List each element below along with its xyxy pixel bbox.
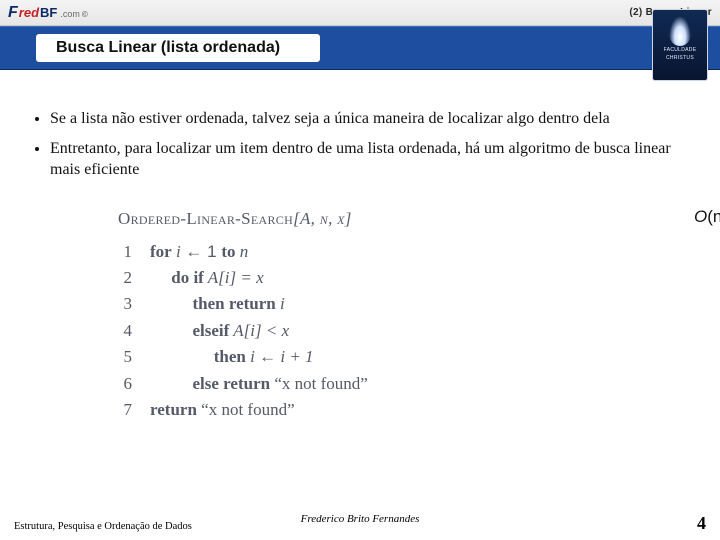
complexity-label: O(n) <box>694 207 720 227</box>
brand-bf: BF <box>40 5 57 20</box>
algo-line-3: 3 then return i <box>118 291 692 317</box>
algo-line-1: 1 for i ← 1 to n <box>118 239 692 265</box>
algo-line-2: 2 do if A[i] = x <box>118 265 692 291</box>
top-bar: FredBF .com © (2) Busca Linear <box>0 0 720 26</box>
algo-line-5: 5 then i ← i + 1 <box>118 344 692 370</box>
complexity-o: O <box>694 207 707 226</box>
slide-title: Busca Linear (lista ordenada) <box>36 34 320 62</box>
algorithm-name: Ordered-Linear-Search[A, n, x] <box>118 209 692 229</box>
algo-line-6: 6 else return “x not found” <box>118 371 692 397</box>
footer-left: Estrutura, Pesquisa e Ordenação de Dados <box>14 521 192 532</box>
badge-line1: FACULDADE <box>664 48 697 54</box>
complexity-arg: (n) <box>707 207 720 226</box>
title-bar: Busca Linear (lista ordenada) FACULDADE … <box>0 26 720 70</box>
flame-icon <box>669 16 691 46</box>
algorithm-block: O(n) Ordered-Linear-Search[A, n, x] 1 fo… <box>118 209 692 423</box>
algo-line-7: 7 return “x not found” <box>118 397 692 423</box>
institution-badge: FACULDADE CHRISTUS <box>652 9 708 81</box>
brand-logo: FredBF .com © <box>8 4 88 22</box>
bullet-list: Se a lista não estiver ordenada, talvez … <box>28 108 692 181</box>
footer: Estrutura, Pesquisa e Ordenação de Dados… <box>0 513 720 534</box>
footer-author: Frederico Brito Fernandes <box>301 513 420 525</box>
algo-line-4: 4 elseif A[i] < x <box>118 318 692 344</box>
badge-line2: CHRISTUS <box>666 56 694 62</box>
list-item: Se a lista não estiver ordenada, talvez … <box>50 108 692 130</box>
content-area: Se a lista não estiver ordenada, talvez … <box>0 70 720 423</box>
list-item: Entretanto, para localizar um item dentr… <box>50 138 692 181</box>
brand-ext: .com <box>60 9 80 19</box>
brand-f: F <box>8 4 18 22</box>
brand-reg: © <box>82 10 88 19</box>
page-number: 4 <box>697 513 706 534</box>
brand-red: red <box>19 5 39 20</box>
